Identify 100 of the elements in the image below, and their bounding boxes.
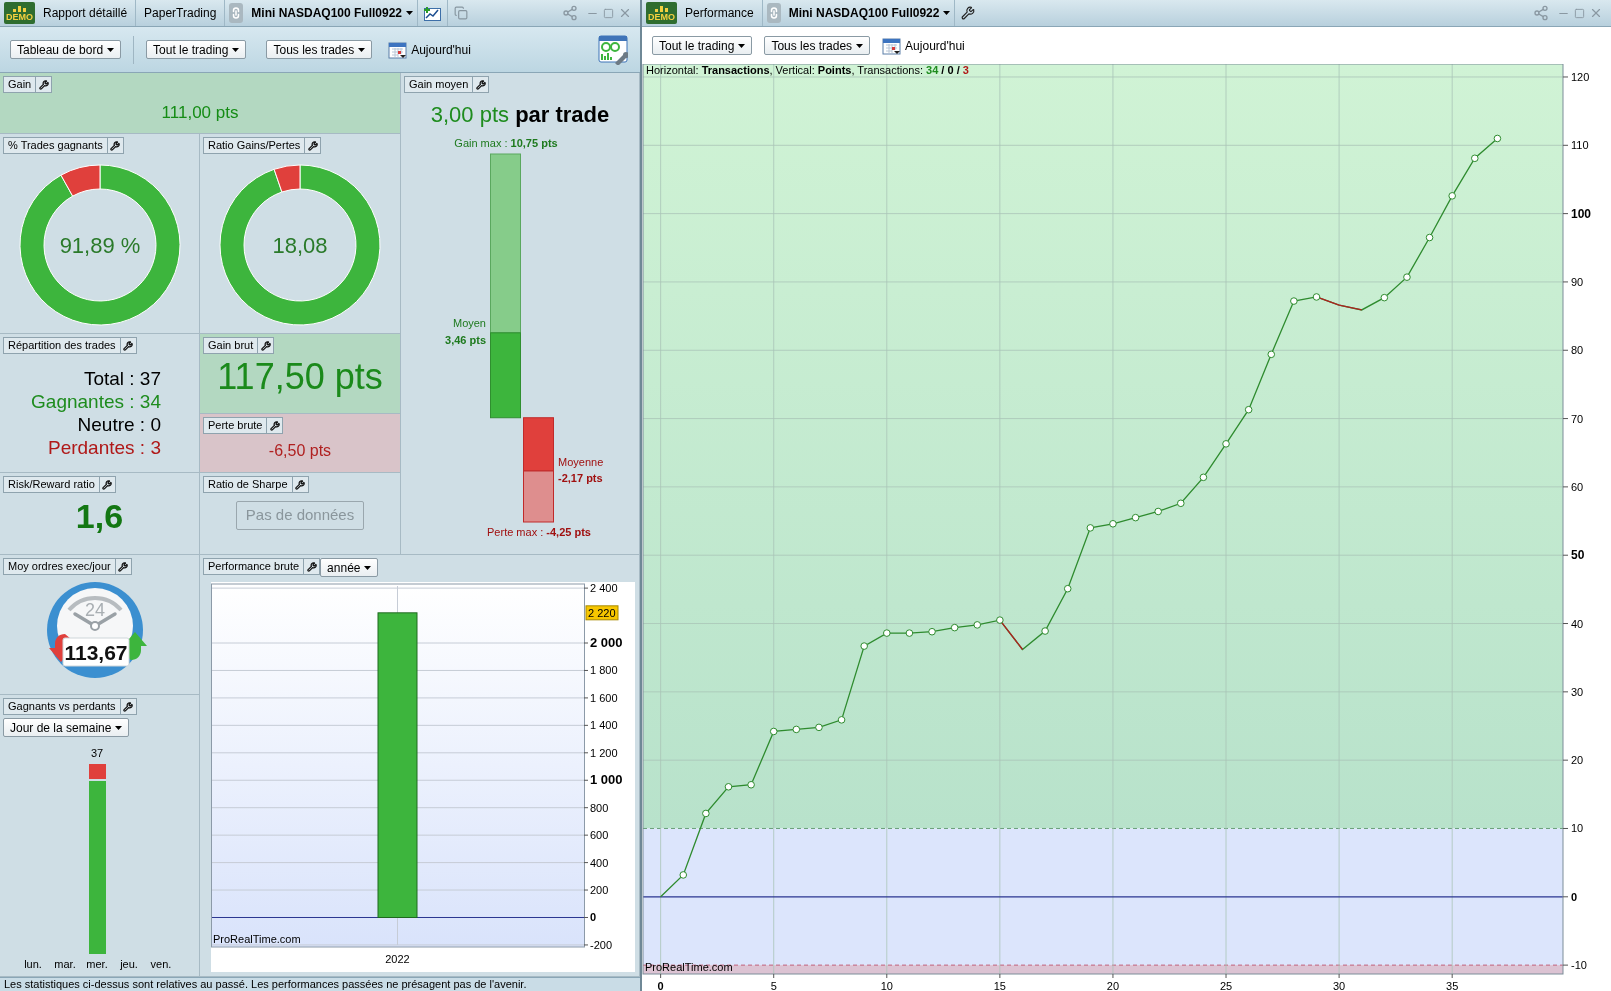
trade-point	[1063, 584, 1072, 593]
calendar-icon	[388, 40, 408, 59]
axis-tick-label: 200	[590, 884, 609, 897]
panel-title: % Trades gagnants	[3, 137, 108, 154]
wrench-icon	[269, 420, 280, 431]
axis-tick-label: 1 600	[590, 691, 618, 704]
panel-title: Perte brute	[203, 417, 268, 434]
axis-tick-label: 10	[880, 980, 893, 991]
axis-tick-label: 2022	[385, 953, 410, 965]
scope-dropdown[interactable]: Tout le trading	[146, 40, 247, 59]
gross-loss-value: -6,50 pts	[268, 441, 332, 461]
trade-point	[973, 621, 982, 629]
wrench-icon	[295, 479, 305, 490]
period-dropdown[interactable]: Jour de la semaine	[3, 718, 130, 737]
trade-point	[1471, 154, 1479, 163]
caret-icon	[406, 11, 414, 15]
caret-icon	[943, 11, 951, 15]
trade-point	[860, 642, 868, 650]
filter-dropdown[interactable]: Tous les trades	[266, 40, 373, 59]
axis-tick-label: -10	[1571, 959, 1587, 972]
trade-point	[1244, 405, 1253, 414]
trade-point	[1222, 440, 1230, 448]
trade-point	[724, 783, 733, 791]
donut-center-value: 91,89 %	[59, 233, 140, 258]
max-loss-label: Perte max : -4,25 pts	[486, 526, 592, 539]
scope-dropdown[interactable]: Tout le trading	[652, 36, 753, 55]
trade-point	[1312, 293, 1321, 301]
axis-tick-label: 50	[1571, 548, 1585, 563]
trade-point	[1403, 273, 1411, 281]
trade-point	[1493, 134, 1502, 143]
panel-title: Gain brut	[203, 337, 259, 354]
date-button[interactable]: Aujourd'hui	[388, 40, 471, 59]
trade-point	[996, 616, 1004, 624]
period-dropdown[interactable]: année	[320, 558, 379, 577]
average-gain-label: Moyen	[452, 316, 486, 330]
settings-button[interactable]	[258, 337, 275, 354]
axis-tick-label: 120	[1571, 71, 1590, 83]
weekday-label: mar.	[54, 958, 76, 971]
dashboard-button[interactable]	[598, 34, 628, 65]
window-tab[interactable]: Performance	[677, 0, 763, 26]
chart-icon[interactable]	[424, 5, 442, 21]
trade-point	[815, 723, 823, 732]
caret-icon	[358, 47, 366, 52]
instrument-selector[interactable]: Mini NASDAQ100 Full0922	[247, 0, 419, 26]
trade-point	[1425, 233, 1434, 242]
settings-button[interactable]	[305, 137, 322, 154]
panel-title: Performance brute	[203, 558, 305, 575]
weekday-label: ven.	[150, 958, 172, 971]
calendar-icon	[882, 36, 902, 55]
trade-point	[1041, 627, 1049, 635]
caret-icon	[115, 725, 123, 730]
wrench-icon	[118, 561, 129, 572]
window-tab[interactable]: Rapport détaillé	[35, 0, 137, 26]
axis-tick-label: 90	[1571, 275, 1584, 288]
trade-point	[1177, 499, 1185, 508]
axis-tick-label: 1 000	[590, 772, 623, 788]
settings-button[interactable]	[473, 76, 490, 93]
trade-point	[1290, 297, 1298, 305]
axis-tick-label: 400	[590, 856, 609, 869]
trade-point	[679, 871, 688, 879]
wrench-icon	[110, 140, 121, 151]
axis-tick-label: 30	[1333, 980, 1346, 991]
trade-point	[1109, 520, 1117, 528]
donut-center-value: 18,08	[272, 233, 328, 258]
settings-button[interactable]	[36, 76, 53, 93]
panel-title: Gain moyen	[404, 76, 474, 93]
axis-tick-label: 40	[1571, 617, 1584, 630]
axis-tick-label: 600	[590, 829, 609, 842]
average-gain-amount: 3,46 pts	[445, 333, 486, 347]
window-tab[interactable]: PaperTrading	[136, 0, 226, 26]
weekday-label: jeu.	[120, 958, 138, 971]
axis-tick-label: 2 000	[590, 635, 623, 650]
weekday-label: lun.	[24, 958, 42, 971]
date-button[interactable]: Aujourd'hui	[882, 36, 965, 55]
trade-point	[1267, 350, 1276, 359]
average-loss-amount: -2,17 pts	[558, 471, 603, 485]
orders-per-day-value: 113,67	[63, 641, 128, 664]
panel-title: Gain	[3, 76, 37, 93]
axis-tick-label: 100	[1571, 206, 1592, 221]
wrench-icon[interactable]	[961, 6, 976, 20]
wrench-icon	[123, 340, 134, 351]
settings-button[interactable]	[267, 417, 284, 434]
risk-reward-value: 1,6	[75, 496, 124, 536]
instrument-selector[interactable]: Mini NASDAQ100 Full0922	[784, 0, 956, 26]
panel-title: Moy ordres exec/jour	[3, 558, 116, 575]
axis-tick-label: -200	[590, 938, 613, 951]
settings-button[interactable]	[304, 558, 321, 575]
axis-tick-label: 35	[1446, 980, 1459, 991]
caret-icon	[107, 47, 115, 52]
caret-icon	[364, 565, 372, 570]
trade-point	[1199, 473, 1208, 482]
wrench-icon	[102, 479, 113, 490]
filter-dropdown[interactable]: Tous les trades	[764, 36, 871, 55]
trade-point	[883, 629, 891, 637]
brand-label: ProRealTime.com	[645, 961, 733, 973]
view-dropdown[interactable]: Tableau de bord	[10, 40, 122, 59]
trade-point	[1086, 524, 1095, 532]
trade-point	[1131, 513, 1140, 522]
clock-dial-number: 24	[84, 600, 105, 620]
weekday-label: mer.	[86, 958, 108, 971]
